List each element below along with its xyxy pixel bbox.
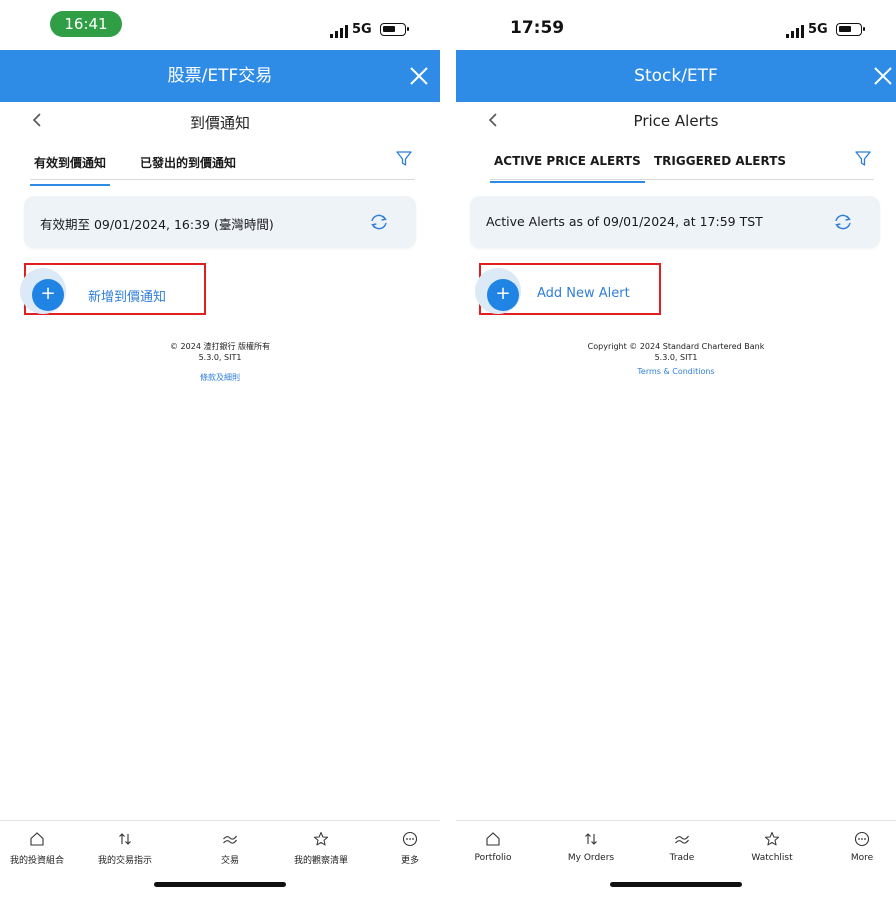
- plus-icon[interactable]: +: [32, 279, 64, 311]
- header-title: 股票/ETF交易: [167, 66, 273, 86]
- nav-item-portfolio[interactable]: Portfolio: [456, 831, 533, 863]
- nav-label: 我的交易指示: [97, 856, 152, 866]
- signal-icon: [330, 25, 348, 38]
- close-icon[interactable]: [406, 63, 432, 89]
- network-label: 5G: [808, 22, 828, 37]
- more-icon: [402, 831, 418, 847]
- more-icon: [854, 831, 870, 847]
- nav-label: Trade: [669, 853, 695, 863]
- bottom-nav: Portfolio My Orders Trade Watchlist More: [456, 820, 896, 870]
- copyright-text: Copyright © 2024 Standard Chartered Bank: [587, 342, 765, 351]
- nav-item-trade[interactable]: Trade: [642, 831, 722, 863]
- trade-icon: [223, 835, 237, 844]
- terms-link[interactable]: Terms & Conditions: [456, 367, 896, 376]
- status-time: 16:41: [50, 11, 122, 37]
- nav-label: 更多: [400, 856, 419, 866]
- nav-item-more[interactable]: More: [822, 831, 896, 863]
- active-alerts-card: 有效期至 09/01/2024, 16:39 (臺灣時間): [24, 196, 416, 248]
- network-label: 5G: [352, 22, 372, 37]
- nav-label: 交易: [220, 856, 239, 866]
- status-bar: 17:59 5G: [456, 0, 896, 50]
- tab-triggered-alerts[interactable]: 已發出的到價通知: [140, 154, 236, 171]
- page-nav: Price Alerts: [456, 102, 896, 140]
- filter-icon[interactable]: [854, 149, 872, 167]
- nav-item-watchlist[interactable]: 我的觀察清單: [281, 831, 361, 866]
- bottom-nav: 我的投資組合 我的交易指示 交易 我的觀察清單 更多: [0, 820, 440, 870]
- status-time: 17:59: [510, 18, 565, 38]
- status-indicators: 5G: [330, 22, 420, 38]
- nav-label: 我的投資組合: [9, 856, 64, 866]
- version-text: 5.3.0, SIT1: [198, 353, 242, 362]
- nav-label: My Orders: [567, 853, 615, 863]
- status-bar: 16:41 5G: [0, 0, 440, 50]
- tab-triggered-alerts[interactable]: TRIGGERED ALERTS: [654, 154, 786, 168]
- active-alerts-card: Active Alerts as of 09/01/2024, at 17:59…: [470, 196, 880, 248]
- screen-english: 17:59 5G Stock/ETF Price Alerts ACTIVE P…: [456, 0, 896, 905]
- signal-icon: [786, 25, 804, 38]
- footer: Copyright © 2024 Standard Chartered Bank…: [456, 341, 896, 376]
- nav-item-watchlist[interactable]: Watchlist: [732, 831, 812, 863]
- version-text: 5.3.0, SIT1: [654, 353, 698, 362]
- terms-link[interactable]: 條款及細則: [0, 372, 440, 383]
- home-indicator[interactable]: [610, 882, 742, 887]
- page-nav: 到價通知: [0, 102, 440, 140]
- header-title: Stock/ETF: [634, 66, 718, 86]
- status-indicators: 5G: [786, 22, 876, 38]
- nav-item-orders[interactable]: 我的交易指示: [85, 831, 165, 866]
- nav-label: More: [850, 853, 874, 863]
- star-icon: [313, 832, 329, 846]
- nav-item-trade[interactable]: 交易: [190, 831, 270, 866]
- tab-active-alerts[interactable]: 有效到價通知: [29, 154, 111, 186]
- active-alerts-text: 有效期至 09/01/2024, 16:39 (臺灣時間): [40, 217, 274, 232]
- active-alerts-text: Active Alerts as of 09/01/2024, at 17:59…: [486, 214, 763, 229]
- copyright-text: © 2024 渣打銀行 版權所有: [170, 342, 270, 351]
- add-new-alert-button[interactable]: + 新增到價通知: [20, 263, 206, 315]
- page-title: Price Alerts: [633, 112, 719, 130]
- alert-tabs: 有效到價通知 已發出的到價通知: [29, 140, 415, 186]
- trade-icon: [675, 835, 689, 844]
- add-new-alert-label[interactable]: 新增到價通知: [88, 286, 166, 305]
- close-icon[interactable]: [870, 63, 896, 89]
- nav-item-orders[interactable]: My Orders: [551, 831, 631, 863]
- battery-icon: [380, 23, 409, 36]
- filter-icon[interactable]: [395, 149, 413, 167]
- home-indicator[interactable]: [154, 882, 286, 887]
- app-header: 股票/ETF交易: [0, 50, 440, 102]
- home-icon: [30, 832, 44, 846]
- refresh-icon[interactable]: [832, 211, 854, 233]
- star-icon: [764, 832, 780, 846]
- footer: © 2024 渣打銀行 版權所有 5.3.0, SIT1 條款及細則: [0, 341, 440, 383]
- nav-label: Portfolio: [474, 853, 512, 863]
- home-icon: [486, 832, 500, 846]
- add-new-alert-label[interactable]: Add New Alert: [537, 286, 630, 301]
- battery-icon: [836, 23, 865, 36]
- orders-icon: [119, 833, 131, 845]
- plus-icon[interactable]: +: [487, 279, 519, 311]
- screen-chinese: 16:41 5G 股票/ETF交易 到價通知 有效到價通知 已發出的到價通知 有…: [0, 0, 440, 905]
- nav-item-more[interactable]: 更多: [370, 831, 440, 866]
- page-title: 到價通知: [189, 114, 250, 132]
- nav-item-portfolio[interactable]: 我的投資組合: [0, 831, 77, 866]
- add-new-alert-button[interactable]: + Add New Alert: [475, 263, 661, 315]
- orders-icon: [585, 833, 597, 845]
- nav-label: 我的觀察清單: [293, 856, 348, 866]
- alert-tabs: ACTIVE PRICE ALERTS TRIGGERED ALERTS: [490, 140, 874, 183]
- nav-label: Watchlist: [751, 853, 793, 863]
- app-header: Stock/ETF: [456, 50, 896, 102]
- tab-active-alerts[interactable]: ACTIVE PRICE ALERTS: [490, 154, 645, 183]
- refresh-icon[interactable]: [368, 211, 390, 233]
